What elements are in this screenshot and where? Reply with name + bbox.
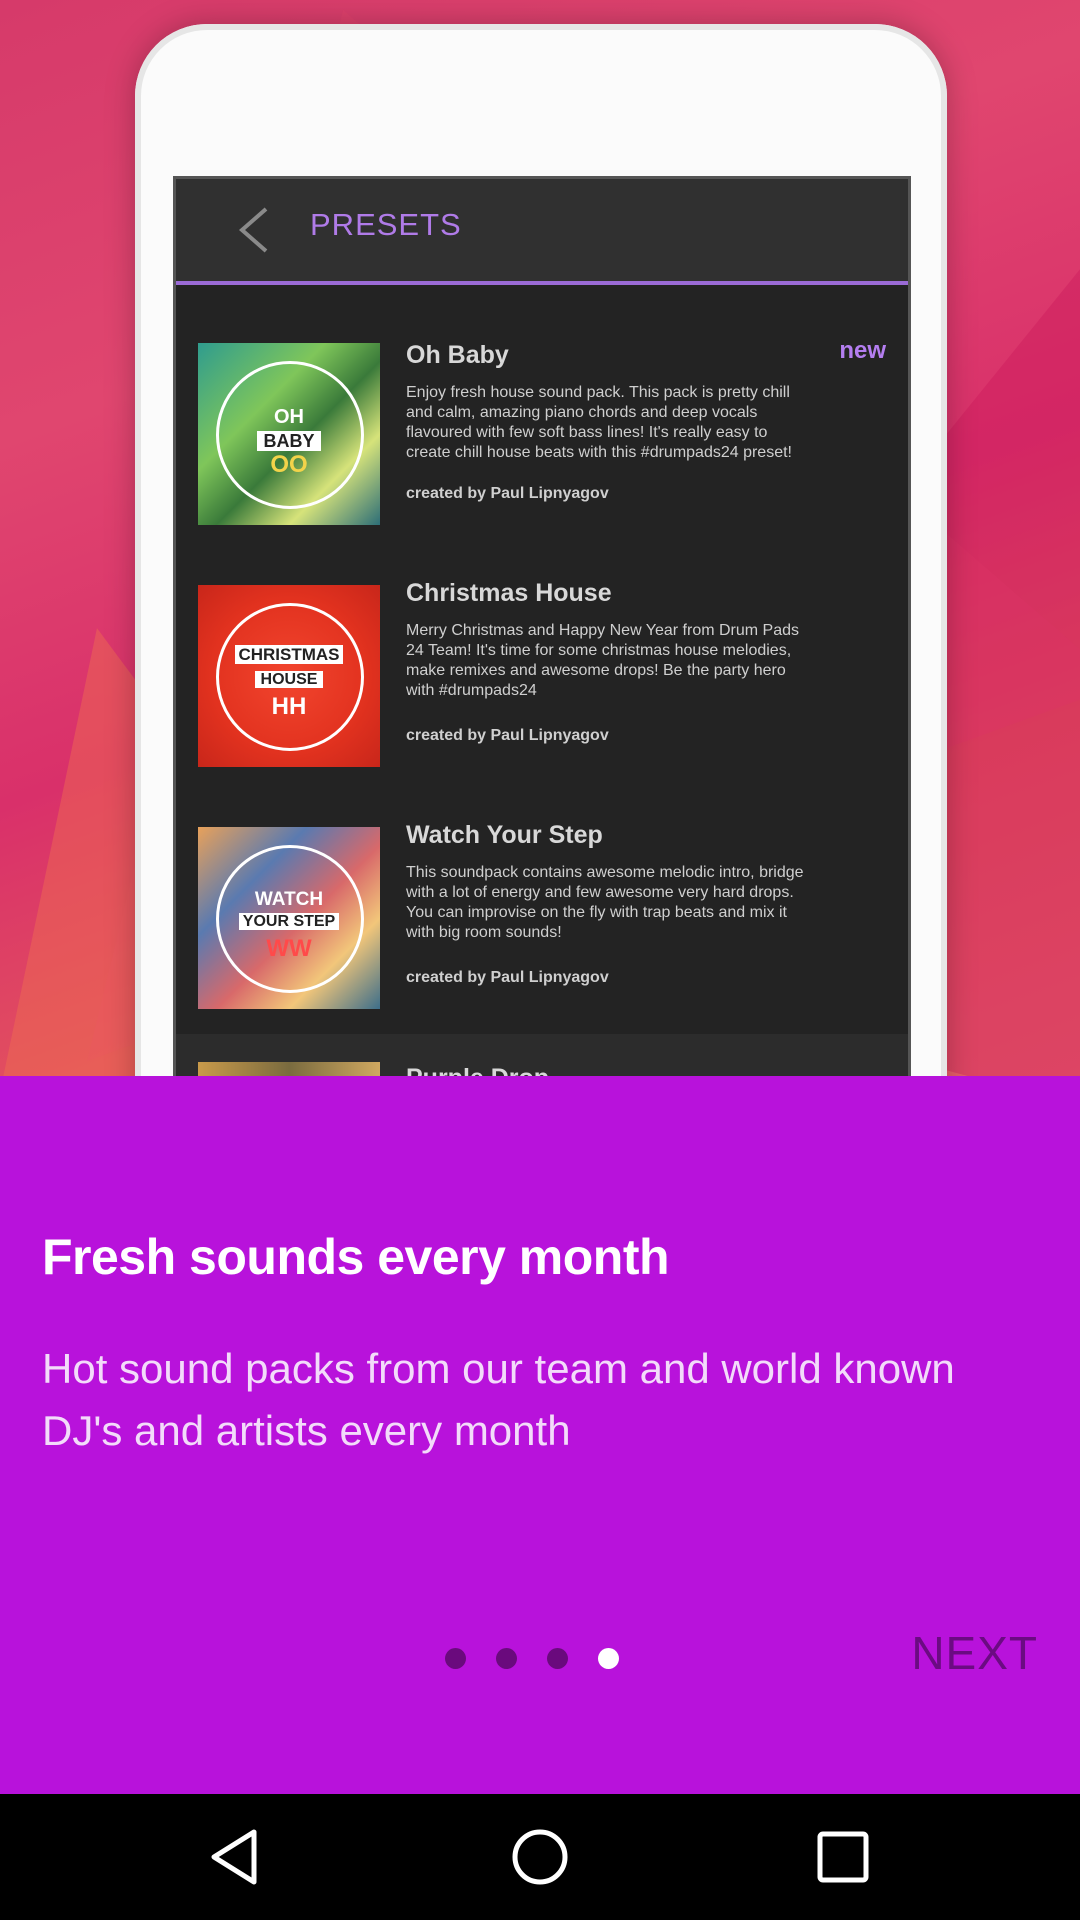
preset-name: Watch Your Step: [406, 821, 603, 849]
preset-name: Christmas House: [406, 579, 612, 607]
nav-home-button[interactable]: [507, 1824, 573, 1890]
onboarding-subtitle: Hot sound packs from our team and world …: [42, 1345, 955, 1454]
onboarding-screen: PRESETS OH BABY OO Oh Baby new Enjoy fre…: [0, 0, 1080, 1920]
preset-name: Purple Drop: [406, 1064, 549, 1076]
preset-description: Enjoy fresh house sound pack. This pack …: [406, 384, 792, 461]
home-circle-icon: [512, 1829, 568, 1885]
preset-thumbnail: WATCH YOUR STEP WW: [198, 827, 380, 1009]
nav-recent-apps-button[interactable]: [810, 1824, 876, 1890]
preset-author: created by Paul Lipnyagov: [406, 485, 609, 502]
onboarding-panel: Fresh sounds every month Hot sound packs…: [0, 1076, 1080, 1794]
presets-header: PRESETS: [176, 179, 908, 285]
page-indicator: [445, 1648, 619, 1669]
preset-item-purple-drop: Purple Drop: [176, 1034, 908, 1076]
nav-back-button[interactable]: [204, 1824, 270, 1890]
new-badge: new: [839, 337, 886, 364]
preset-author: created by Paul Lipnyagov: [406, 727, 609, 744]
presets-screen: PRESETS OH BABY OO Oh Baby new Enjoy fre…: [173, 176, 911, 1076]
onboarding-title: Fresh sounds every month: [42, 1229, 670, 1285]
preset-thumbnail: OH BABY OO: [198, 343, 380, 525]
back-triangle-icon: [211, 1829, 257, 1885]
preset-item-oh-baby: OH BABY OO Oh Baby new Enjoy fresh house…: [176, 307, 908, 547]
page-dot-1[interactable]: [445, 1648, 466, 1669]
presets-title: PRESETS: [310, 207, 462, 242]
page-dot-3[interactable]: [547, 1648, 568, 1669]
preset-item-watch-your-step: WATCH YOUR STEP WW Watch Your Step This …: [176, 791, 908, 1031]
system-navigation-bar: [0, 1794, 1080, 1920]
preset-name: Oh Baby: [406, 341, 509, 369]
recent-square-icon: [817, 1831, 869, 1883]
preset-author: created by Paul Lipnyagov: [406, 969, 609, 986]
preset-thumbnail: [198, 1062, 380, 1076]
next-button[interactable]: NEXT: [911, 1626, 1038, 1680]
preset-description: This soundpack contains awesome melodic …: [406, 864, 804, 941]
preset-description: Merry Christmas and Happy New Year from …: [406, 622, 800, 699]
phone-mockup: PRESETS OH BABY OO Oh Baby new Enjoy fre…: [135, 24, 947, 1076]
preset-item-christmas-house: CHRISTMAS HOUSE HH Christmas House Merry…: [176, 549, 908, 789]
back-arrow-icon: [238, 207, 268, 253]
preset-thumbnail: CHRISTMAS HOUSE HH: [198, 585, 380, 767]
page-dot-4[interactable]: [598, 1648, 619, 1669]
hero-background: PRESETS OH BABY OO Oh Baby new Enjoy fre…: [0, 0, 1080, 1076]
page-dot-2[interactable]: [496, 1648, 517, 1669]
